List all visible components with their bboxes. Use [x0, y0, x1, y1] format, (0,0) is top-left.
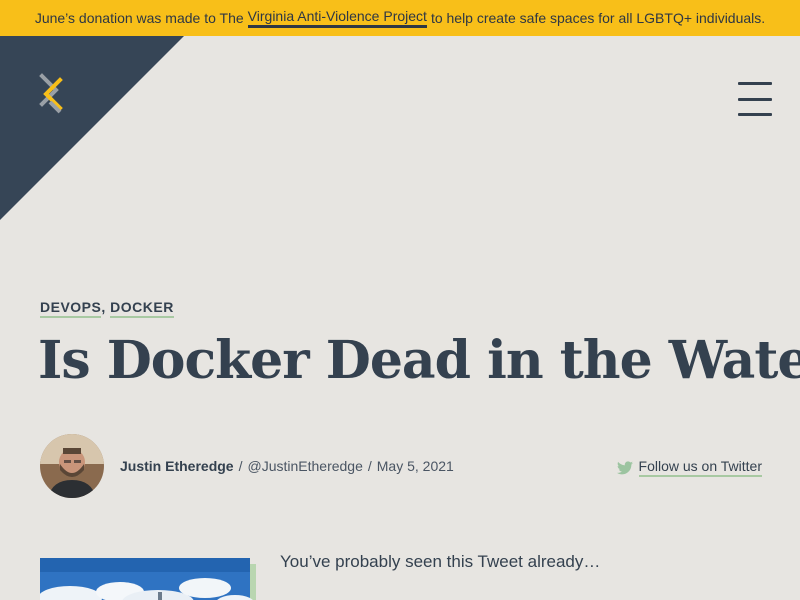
follow-twitter-link[interactable]: Follow us on Twitter: [638, 458, 762, 477]
hamburger-icon-line: [738, 97, 772, 101]
corner-triangle: [0, 36, 184, 220]
banner-text-after: to help create safe spaces for all LGBTQ…: [430, 10, 766, 26]
author-handle[interactable]: @JustinEtheredge: [247, 458, 362, 474]
sky-clouds-image: [38, 558, 258, 600]
donation-banner: June’s donation was made to The Virginia…: [0, 0, 800, 36]
hamburger-icon-line: [738, 113, 772, 116]
banner-text-before: June’s donation was made to The: [34, 10, 244, 26]
article-intro: You’ve probably seen this Tweet already…: [280, 552, 601, 571]
logo-icon: [39, 73, 63, 114]
byline-separator: /: [367, 458, 372, 474]
author-row: Justin Etheredge / @JustinEtheredge / May 5,…: [40, 434, 762, 500]
site-logo[interactable]: [36, 72, 68, 120]
banner-link[interactable]: Virginia Anti-Violence Project: [247, 8, 427, 28]
article-image: [38, 558, 258, 600]
byline-separator: /: [238, 458, 243, 474]
menu-button[interactable]: [738, 82, 774, 116]
publish-date: May 5, 2021: [376, 458, 454, 474]
category-links: DEVOPS, DOCKER: [40, 299, 174, 318]
page: June’s donation was made to The Virginia…: [0, 0, 800, 600]
twitter-icon: [616, 460, 633, 474]
author-name[interactable]: Justin Etheredge: [120, 458, 234, 474]
author-avatar[interactable]: [40, 434, 104, 498]
follow-twitter: Follow us on Twitter: [616, 458, 762, 477]
page-title: Is Docker Dead in the Water?: [38, 330, 800, 391]
hamburger-icon-line: [738, 82, 772, 85]
byline: Justin Etheredge / @JustinEtheredge / May 5,…: [120, 458, 454, 474]
category-devops[interactable]: DEVOPS: [40, 299, 102, 318]
category-docker[interactable]: DOCKER: [110, 299, 174, 318]
category-separator: ,: [101, 299, 111, 315]
avatar-image: [40, 434, 104, 498]
